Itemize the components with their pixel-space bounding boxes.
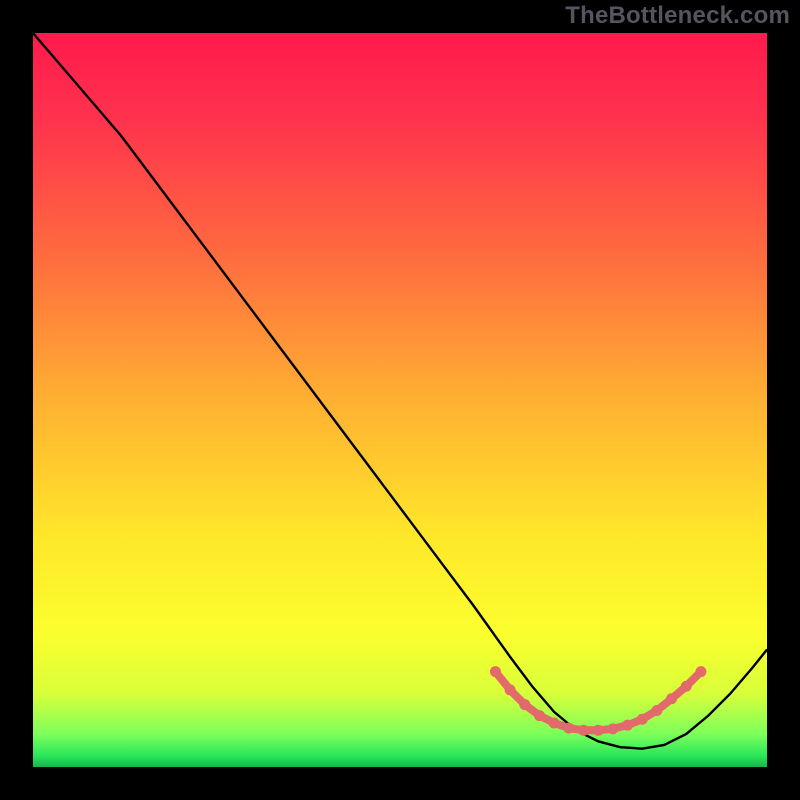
plot-svg [0,0,800,800]
gradient-background [33,33,767,767]
marker-dot [505,684,516,695]
marker-dot [681,681,692,692]
marker-dot [534,710,545,721]
marker-dot [607,723,618,734]
marker-dot [695,666,706,677]
marker-dot [622,720,633,731]
marker-dot [666,693,677,704]
chart-frame: TheBottleneck.com [0,0,800,800]
marker-dot [549,717,560,728]
marker-dot [563,723,574,734]
marker-dot [593,725,604,736]
marker-dot [637,714,648,725]
marker-dot [519,699,530,710]
marker-dot [490,666,501,677]
marker-dot [578,725,589,736]
watermark-text: TheBottleneck.com [565,2,790,30]
marker-dot [651,705,662,716]
